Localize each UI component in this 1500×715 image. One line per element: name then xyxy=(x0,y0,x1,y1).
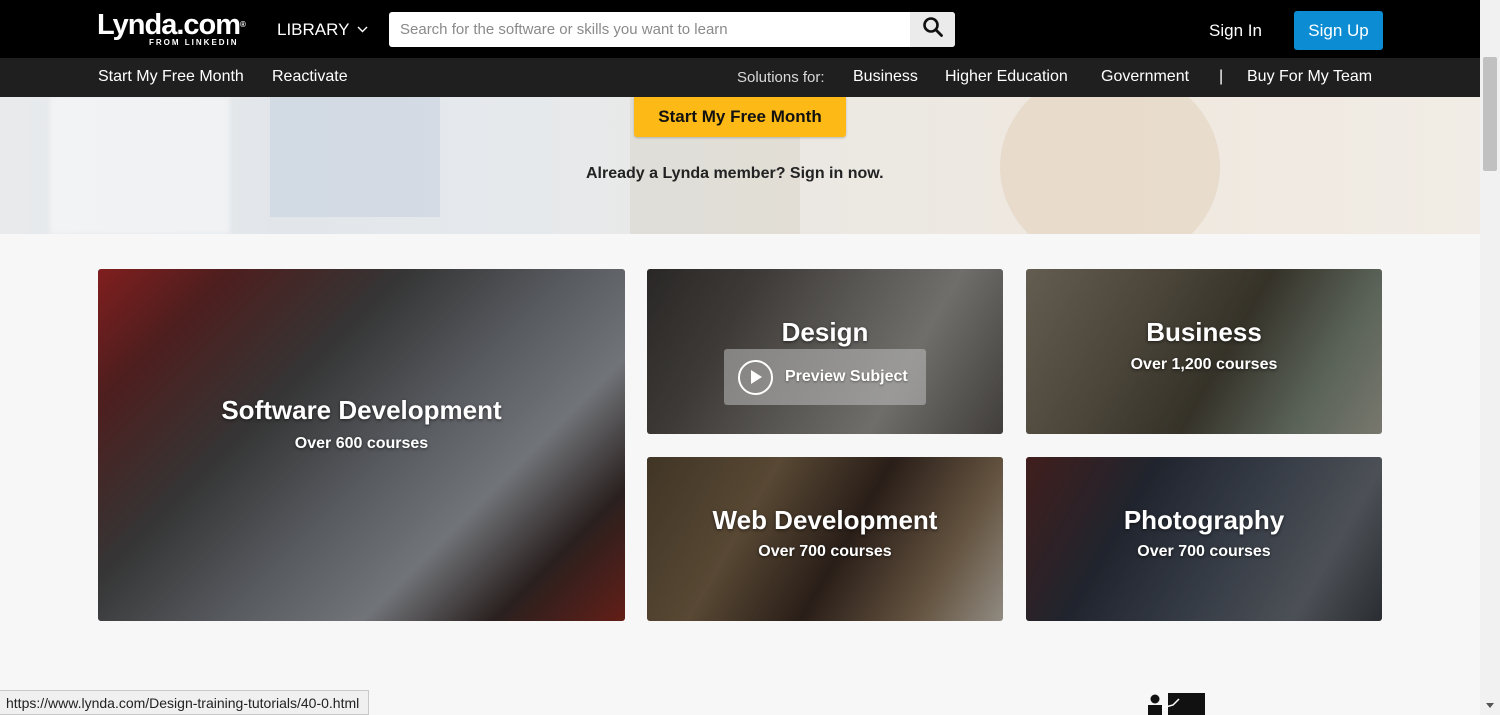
subject-tile-design[interactable]: Design Preview Subject xyxy=(647,269,1003,434)
hero-background-shape xyxy=(1000,97,1220,234)
buy-for-team-link[interactable]: Buy For My Team xyxy=(1247,68,1372,86)
tile-course-count: Over 1,200 courses xyxy=(1130,356,1278,373)
preview-subject-label: Preview Subject xyxy=(785,368,908,385)
secondary-navigation-bar: Start My Free Month Reactivate Solutions… xyxy=(0,58,1480,97)
tile-title: Design xyxy=(781,317,869,347)
sign-up-button[interactable]: Sign Up xyxy=(1294,11,1383,50)
hero-background-shape xyxy=(270,97,440,217)
scrollbar-thumb[interactable] xyxy=(1483,57,1497,171)
logo-text: Lynda.com xyxy=(97,9,241,41)
tile-overlay xyxy=(647,457,1003,621)
business-solutions-link[interactable]: Business xyxy=(853,68,918,86)
subject-tile-photography[interactable]: Photography Over 700 courses xyxy=(1026,457,1382,621)
search-bar xyxy=(389,12,955,47)
logo-subtitle: FROM LINKEDIN xyxy=(149,38,239,47)
hero-background-shape xyxy=(50,97,230,234)
tile-title: Business xyxy=(1146,317,1262,347)
page-scrollbar[interactable] xyxy=(1480,0,1500,715)
tile-course-count: Over 600 courses xyxy=(294,435,429,452)
logo-registered-mark: ® xyxy=(240,20,246,29)
tile-title: Software Development xyxy=(221,395,502,425)
search-input[interactable] xyxy=(389,12,910,47)
browser-status-bar: https://www.lynda.com/Design-training-tu… xyxy=(0,690,370,715)
subject-tile-business[interactable]: Business Over 1,200 courses xyxy=(1026,269,1382,434)
library-menu[interactable]: LIBRARY xyxy=(277,20,368,40)
tile-title: Photography xyxy=(1123,505,1285,535)
lynda-logo[interactable]: Lynda.com® FROM LINKEDIN xyxy=(97,9,246,47)
member-sign-in-link[interactable]: Already a Lynda member? Sign in now. xyxy=(586,165,884,183)
play-icon xyxy=(738,359,773,395)
tile-overlay xyxy=(1026,457,1382,621)
subject-tile-web-development[interactable]: Web Development Over 700 courses xyxy=(647,457,1003,621)
instructor-icon xyxy=(1146,690,1206,715)
solutions-for-label: Solutions for: xyxy=(737,69,825,86)
sign-in-link[interactable]: Sign In xyxy=(1209,21,1262,41)
chevron-down-icon xyxy=(357,24,368,36)
tile-title: Web Development xyxy=(712,505,938,535)
reactivate-link[interactable]: Reactivate xyxy=(272,68,348,86)
top-navigation-bar: Lynda.com® FROM LINKEDIN LIBRARY Sign In… xyxy=(0,0,1480,58)
preview-subject-button[interactable]: Preview Subject xyxy=(724,349,926,405)
tile-overlay xyxy=(1026,269,1382,434)
tile-course-count: Over 700 courses xyxy=(1137,543,1271,560)
scroll-down-arrow-icon[interactable] xyxy=(1486,703,1494,708)
search-icon xyxy=(922,16,944,43)
start-free-month-link[interactable]: Start My Free Month xyxy=(98,68,244,86)
subject-tile-software-development[interactable]: Software Development Over 600 courses xyxy=(98,269,625,621)
library-label: LIBRARY xyxy=(277,20,350,39)
tile-course-count: Over 700 courses xyxy=(758,543,892,560)
higher-education-link[interactable]: Higher Education xyxy=(945,68,1068,86)
government-link[interactable]: Government xyxy=(1101,68,1189,86)
start-free-month-button[interactable]: Start My Free Month xyxy=(634,97,846,137)
search-button[interactable] xyxy=(910,12,955,47)
nav-separator: | xyxy=(1219,68,1224,85)
